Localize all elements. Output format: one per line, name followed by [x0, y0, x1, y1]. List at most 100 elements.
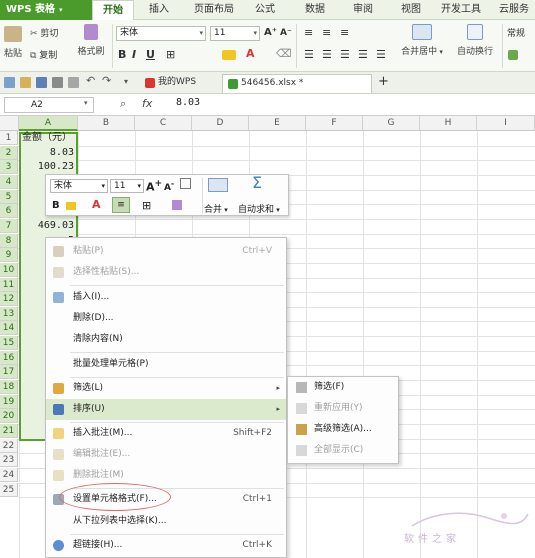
menu-item-batch-process[interactable]: 批量处理单元格(P): [46, 354, 286, 375]
borders-icon[interactable]: ⊞: [166, 48, 175, 62]
search-icon[interactable]: ⌕: [120, 97, 126, 111]
wps-app-button[interactable]: WPS 表格 ▾: [0, 0, 92, 20]
cell-a7[interactable]: 469.03: [21, 219, 76, 233]
column-header-b[interactable]: B: [78, 116, 135, 131]
mini-format-cells-icon[interactable]: [180, 178, 191, 189]
mini-shrink-font-button[interactable]: A-: [164, 179, 174, 193]
copy-button[interactable]: ⧉ 复制: [30, 48, 57, 61]
menu-item-paste[interactable]: 粘贴(P) Ctrl+V: [46, 241, 286, 262]
row-header-2[interactable]: 2: [0, 145, 18, 160]
tab-document[interactable]: 546456.xlsx *: [222, 74, 372, 93]
new-tab-button[interactable]: +: [374, 74, 392, 93]
row-header-24[interactable]: 24: [0, 467, 18, 482]
clear-format-icon[interactable]: ⌫: [276, 47, 292, 61]
align-center-icon[interactable]: ☰: [322, 48, 332, 62]
row-header-17[interactable]: 17: [0, 365, 18, 380]
row-header-5[interactable]: 5: [0, 189, 18, 204]
grow-font-button[interactable]: A⁺: [264, 26, 277, 40]
column-header-e[interactable]: E: [249, 116, 306, 131]
menu-item-sort[interactable]: 排序(U) ▸: [46, 399, 286, 420]
new-file-icon[interactable]: [4, 77, 15, 88]
number-format-select[interactable]: 常规: [507, 26, 525, 39]
italic-button[interactable]: I: [132, 48, 136, 62]
justify-icon[interactable]: ☰: [358, 48, 368, 62]
tab-cloud[interactable]: 云服务: [494, 0, 534, 20]
cell-a1[interactable]: 金额（元）: [22, 131, 72, 145]
submenu-item-advanced-filter[interactable]: 高级筛选(A)...: [288, 419, 398, 440]
row-header-20[interactable]: 20: [0, 409, 18, 424]
mini-clear-icon[interactable]: [172, 200, 182, 210]
column-header-f[interactable]: F: [306, 116, 363, 131]
row-header-18[interactable]: 18: [0, 380, 18, 395]
mini-font-name-select[interactable]: 宋体 ▾: [50, 179, 108, 193]
submenu-item-show-all[interactable]: 全部显示(C): [288, 440, 398, 461]
row-header-23[interactable]: 23: [0, 453, 18, 468]
merge-cells-icon[interactable]: [208, 178, 228, 192]
column-header-g[interactable]: G: [363, 116, 420, 131]
tab-my-wps[interactable]: 我的WPS: [140, 74, 220, 93]
tab-developer[interactable]: 开发工具: [437, 0, 485, 20]
row-header-1[interactable]: 1: [0, 131, 18, 145]
row-header-3[interactable]: 3: [0, 160, 18, 175]
column-header-i[interactable]: I: [477, 116, 535, 131]
underline-button[interactable]: U: [146, 48, 155, 62]
menu-item-pick-from-list[interactable]: 从下拉列表中选择(K)...: [46, 511, 286, 532]
mini-fill-color-icon[interactable]: [66, 202, 76, 210]
autosum-icon[interactable]: Σ: [252, 173, 262, 192]
column-header-h[interactable]: H: [420, 116, 477, 131]
shrink-font-button[interactable]: A⁻: [280, 26, 292, 40]
mini-merge-button[interactable]: 合并 ▾: [204, 202, 228, 215]
mini-grow-font-button[interactable]: A+: [146, 178, 162, 194]
print-icon[interactable]: [52, 77, 63, 88]
chevron-down-icon[interactable]: ▾: [84, 99, 88, 107]
distribute-icon[interactable]: ☰: [376, 48, 386, 62]
row-header-6[interactable]: 6: [0, 204, 18, 219]
tab-data[interactable]: 数据: [298, 0, 332, 20]
undo-icon[interactable]: ↶: [86, 75, 97, 87]
align-middle-icon[interactable]: ≡: [322, 26, 331, 40]
column-header-d[interactable]: D: [192, 116, 249, 131]
column-header-c[interactable]: C: [135, 116, 192, 131]
menu-item-insert[interactable]: 插入(I)...: [46, 287, 286, 308]
menu-item-hyperlink[interactable]: 超链接(H)... Ctrl+K: [46, 535, 286, 556]
currency-icon[interactable]: [508, 50, 518, 60]
row-header-9[interactable]: 9: [0, 248, 18, 263]
row-header-11[interactable]: 11: [0, 277, 18, 292]
font-size-select[interactable]: 11 ▾: [210, 26, 260, 41]
menu-item-insert-comment[interactable]: 插入批注(M)... Shift+F2: [46, 423, 286, 444]
row-header-15[interactable]: 15: [0, 336, 18, 351]
bold-button[interactable]: B: [118, 48, 126, 62]
print-preview-icon[interactable]: [68, 77, 79, 88]
row-header-14[interactable]: 14: [0, 321, 18, 336]
mini-borders-icon[interactable]: ⊞: [142, 199, 151, 212]
row-header-4[interactable]: 4: [0, 174, 18, 189]
name-box[interactable]: A2: [4, 97, 94, 113]
select-all-corner[interactable]: [0, 116, 19, 131]
align-top-icon[interactable]: ≡: [304, 26, 313, 40]
row-header-16[interactable]: 16: [0, 350, 18, 365]
cell-a2[interactable]: 8.03: [21, 146, 76, 160]
align-left-icon[interactable]: ☰: [304, 48, 314, 62]
align-bottom-icon[interactable]: ≡: [340, 26, 349, 40]
row-header-7[interactable]: 7: [0, 218, 18, 233]
cut-button[interactable]: ✂ 剪切: [30, 26, 58, 39]
tab-review[interactable]: 审阅: [346, 0, 380, 20]
align-right-icon[interactable]: ☰: [340, 48, 350, 62]
cell-a3[interactable]: 100.23: [21, 160, 76, 174]
tab-home[interactable]: 开始: [92, 0, 134, 20]
merge-center-button[interactable]: 合并居中 ▾: [398, 24, 446, 57]
row-header-12[interactable]: 12: [0, 292, 18, 307]
open-folder-icon[interactable]: [20, 77, 31, 88]
save-icon[interactable]: [36, 77, 47, 88]
paste-button[interactable]: 粘贴: [2, 26, 24, 59]
tab-view[interactable]: 视图: [394, 0, 428, 20]
insert-function-button[interactable]: fx: [142, 97, 152, 110]
mini-align-center-icon[interactable]: ≡: [112, 197, 130, 213]
wrap-text-button[interactable]: 自动换行: [452, 24, 498, 57]
menu-item-delete[interactable]: 删除(D)...: [46, 308, 286, 329]
row-header-8[interactable]: 8: [0, 233, 18, 248]
formula-input[interactable]: 8.03: [176, 97, 200, 108]
submenu-item-reapply[interactable]: 重新应用(Y): [288, 398, 398, 419]
redo-icon[interactable]: ↷: [102, 75, 113, 87]
row-header-25[interactable]: 25: [0, 482, 18, 497]
